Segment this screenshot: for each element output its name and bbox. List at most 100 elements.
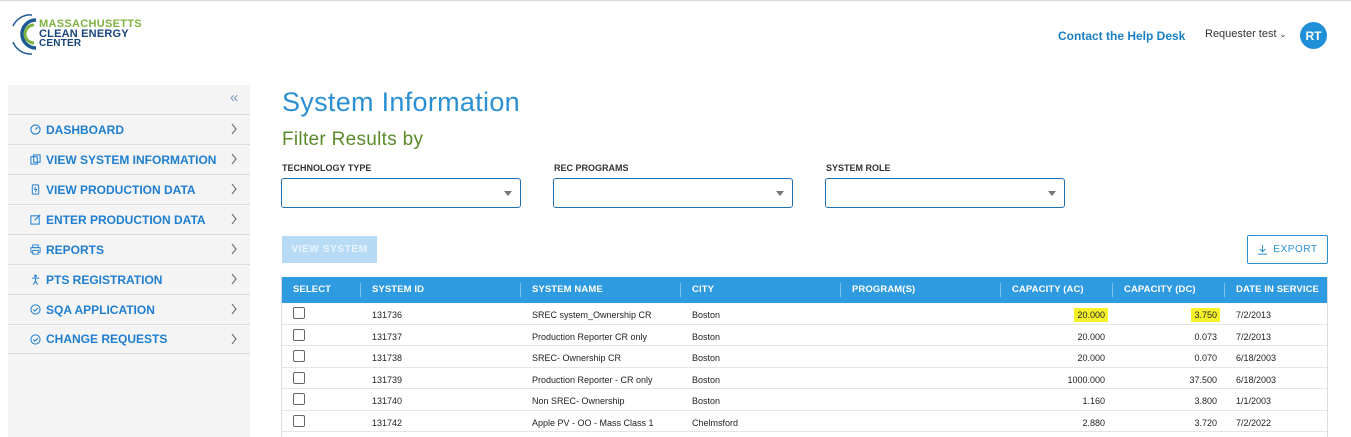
sidebar-item-label: CHANGE REQUESTS (46, 332, 168, 346)
capacity-ac-cell: 20.000 (1077, 353, 1105, 363)
technology-type-select[interactable] (281, 178, 521, 208)
table-row[interactable]: 131740 Non SREC- Ownership Boston 1.160 … (282, 389, 1327, 411)
row-select-checkbox[interactable] (293, 307, 305, 319)
systems-table: SELECT SYSTEM ID SYSTEM NAME CITY PROGRA… (281, 277, 1328, 437)
logo-line-3: CENTER (39, 38, 82, 49)
city-cell: Boston (692, 396, 721, 406)
row-select-checkbox[interactable] (293, 350, 305, 362)
sidebar-item-label: PTS REGISTRATION (46, 272, 163, 287)
capacity-dc-cell: 0.073 (1194, 331, 1217, 342)
collapse-sidebar-icon[interactable]: « (230, 90, 246, 108)
system-id-cell: 131742 (372, 417, 403, 428)
edit-icon (29, 214, 41, 226)
table-row[interactable]: 131739 Production Reporter - CR only Bos… (282, 368, 1327, 389)
system-name-cell: SREC system_Ownership CR (532, 310, 652, 320)
dropdown-caret-icon (504, 191, 512, 196)
city-cell: Chelmsford (692, 417, 739, 428)
capacity-dc-cell: 0.070 (1194, 353, 1217, 363)
column-header-system-id[interactable]: SYSTEM ID (372, 277, 424, 303)
dropdown-caret-icon (1048, 191, 1056, 196)
date-in-service-cell: 1/1/2003 (1236, 396, 1272, 406)
capacity-dc-cell: 3.800 (1194, 396, 1217, 406)
row-select-checkbox[interactable] (293, 414, 305, 427)
table-header: SELECT SYSTEM ID SYSTEM NAME CITY PROGRA… (282, 277, 1327, 303)
sidebar-item-change-requests[interactable]: CHANGE REQUESTS (8, 324, 250, 354)
export-label: EXPORT (1273, 244, 1318, 255)
sidebar-item-reports[interactable]: REPORTS (8, 234, 250, 264)
check-circle-icon (29, 333, 41, 345)
system-role-select[interactable] (825, 178, 1065, 208)
system-id-cell: 131738 (372, 353, 403, 363)
chevron-right-icon (231, 333, 237, 345)
system-name-cell: Production Reporter CR only (532, 331, 648, 342)
sidebar-item-sqa-application[interactable]: SQA APPLICATION (8, 294, 250, 324)
city-cell: Boston (692, 353, 721, 363)
system-id-cell: 131736 (372, 310, 403, 320)
row-select-checkbox[interactable] (293, 328, 305, 341)
sidebar-item-label: REPORTS (46, 242, 105, 257)
sidebar-item-view-system-information[interactable]: VIEW SYSTEM INFORMATION (8, 144, 250, 174)
chevron-right-icon (231, 213, 237, 225)
table-row[interactable]: 131737 Production Reporter CR only Bosto… (282, 325, 1327, 346)
sidebar-item-dashboard[interactable]: DASHBOARD (8, 114, 250, 144)
row-select-checkbox[interactable] (293, 371, 305, 384)
date-in-service-cell: 6/18/2003 (1236, 374, 1277, 385)
user-name: Requester test (1205, 28, 1277, 40)
system-id-cell: 131740 (372, 396, 403, 406)
export-button[interactable]: EXPORT (1247, 235, 1328, 264)
city-cell: Boston (692, 310, 721, 320)
user-menu[interactable]: Requester test ⌄ (1205, 28, 1286, 40)
capacity-ac-cell: 2.880 (1082, 417, 1105, 428)
rec-programs-select[interactable] (553, 178, 793, 208)
date-in-service-cell: 7/2/2013 (1236, 310, 1272, 320)
sidebar-item-view-production-data[interactable]: VIEW PRODUCTION DATA (8, 174, 250, 204)
person-icon (29, 274, 41, 286)
table-row[interactable]: 131738 SREC- Ownership CR Boston 20.000 … (282, 346, 1327, 368)
date-in-service-cell: 7/2/2013 (1236, 331, 1272, 342)
top-border (0, 0, 1351, 5)
mass-cec-logo[interactable]: MASSACHUSETTS CLEAN ENERGY CENTER (10, 14, 170, 60)
sidebar-nav: DASHBOARD VIEW SYSTEM INFORMATION VIEW P… (8, 114, 250, 354)
sidebar-item-enter-production-data[interactable]: ENTER PRODUCTION DATA (8, 204, 250, 234)
column-header-capacity-ac[interactable]: CAPACITY (AC) (1012, 277, 1084, 303)
date-in-service-cell: 7/2/2022 (1236, 417, 1272, 428)
avatar[interactable]: RT (1300, 22, 1327, 49)
rec-programs-label: REC PROGRAMS (554, 163, 629, 173)
help-desk-link[interactable]: Contact the Help Desk (1058, 29, 1185, 43)
column-header-select[interactable]: SELECT (293, 277, 331, 303)
capacity-ac-cell: 20.000 (1077, 331, 1105, 342)
column-header-system-name[interactable]: SYSTEM NAME (532, 277, 603, 303)
page-title: System Information (282, 87, 520, 117)
chevron-right-icon (231, 123, 237, 135)
capacity-dc-cell: 3.750 (1191, 308, 1220, 322)
column-header-date-in-service[interactable]: DATE IN SERVICE (1236, 277, 1319, 303)
system-info-icon (29, 154, 41, 166)
sidebar-item-label: VIEW SYSTEM INFORMATION (46, 152, 217, 167)
chevron-right-icon (231, 153, 237, 165)
sidebar-item-label: VIEW PRODUCTION DATA (46, 182, 196, 197)
chevron-down-icon: ⌄ (1279, 30, 1287, 39)
chevron-right-icon (231, 243, 237, 255)
dashboard-icon (29, 124, 41, 136)
row-select-checkbox[interactable] (293, 393, 305, 405)
system-id-cell: 131739 (372, 374, 403, 385)
view-system-button[interactable]: VIEW SYSTEM (282, 236, 377, 263)
download-icon (1258, 244, 1268, 255)
chevron-right-icon (231, 183, 237, 195)
chevron-right-icon (231, 273, 237, 285)
dropdown-caret-icon (776, 191, 784, 196)
sidebar-item-pts-registration[interactable]: PTS REGISTRATION (8, 264, 250, 294)
filter-section-title: Filter Results by (282, 129, 424, 150)
sidebar-item-label: ENTER PRODUCTION DATA (46, 212, 206, 227)
column-header-programs[interactable]: PROGRAM(S) (852, 277, 915, 303)
check-circle-icon (29, 304, 41, 316)
column-header-capacity-dc[interactable]: CAPACITY (DC) (1124, 277, 1196, 303)
capacity-ac-cell: 20.000 (1074, 308, 1108, 322)
capacity-ac-cell: 1.160 (1082, 396, 1105, 406)
table-row[interactable]: 131742 Apple PV - OO - Mass Class 1 Chel… (282, 411, 1327, 432)
system-role-label: SYSTEM ROLE (826, 163, 891, 173)
column-header-city[interactable]: CITY (692, 277, 714, 303)
sidebar-item-label: SQA APPLICATION (46, 302, 155, 317)
system-name-cell: Production Reporter - CR only (532, 374, 653, 385)
table-row[interactable]: 131736 SREC system_Ownership CR Boston 2… (282, 303, 1327, 325)
